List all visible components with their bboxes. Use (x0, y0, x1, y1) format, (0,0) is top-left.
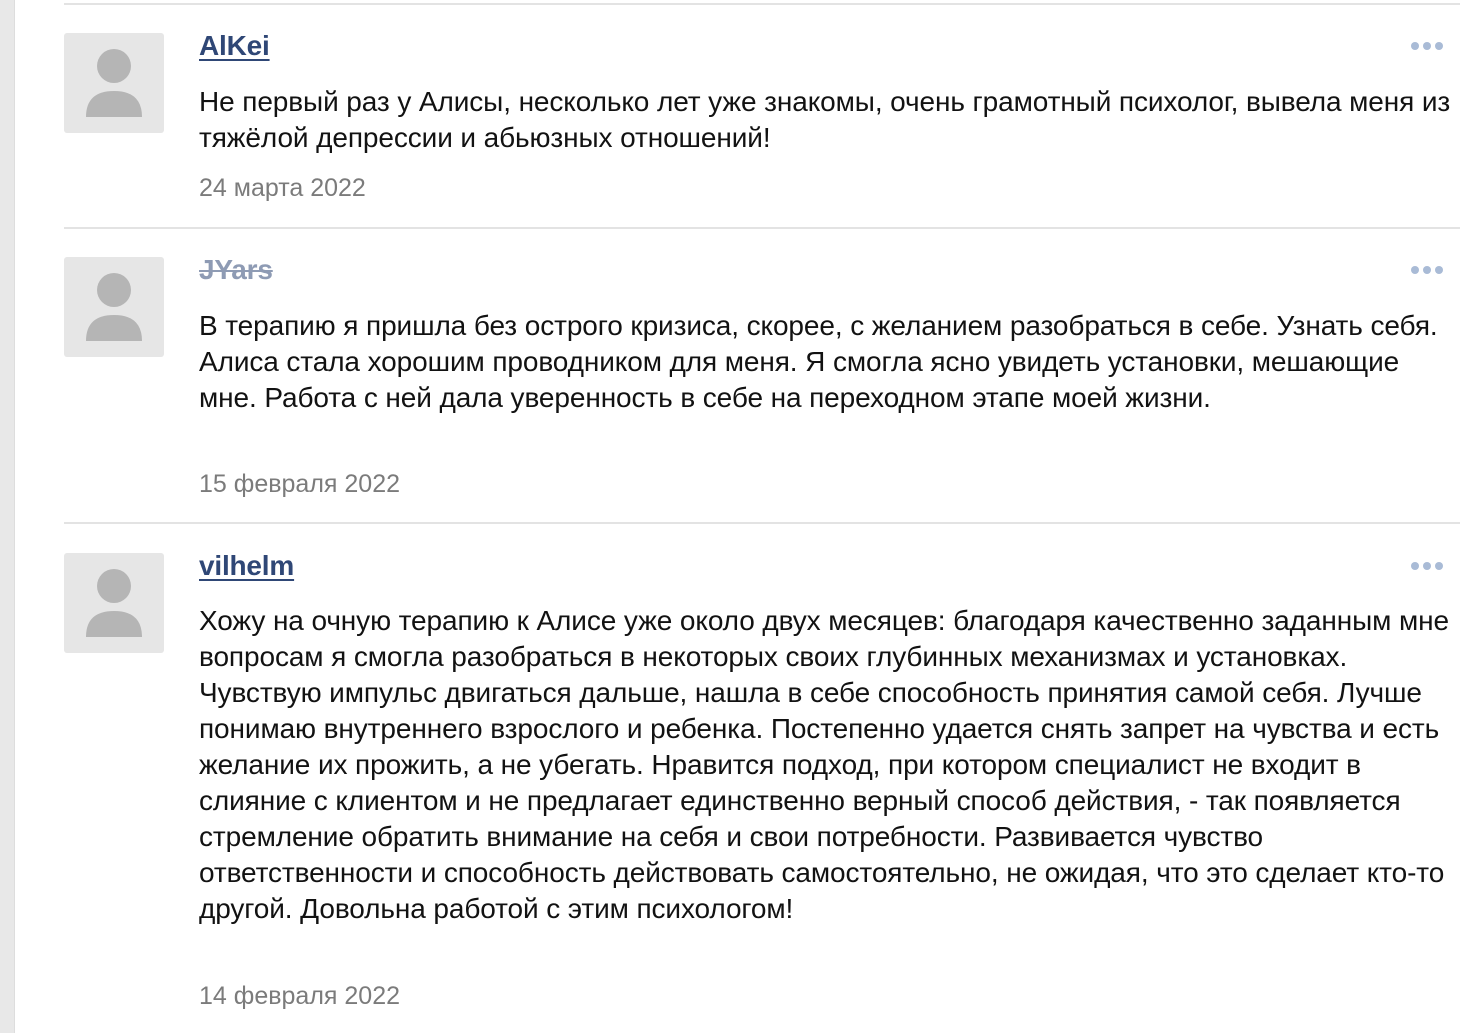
user-avatar[interactable] (64, 33, 164, 133)
review-author-link[interactable]: AlKei (199, 30, 270, 62)
review-text: В терапию я пришла без острого кризиса, … (199, 310, 1438, 413)
more-horizontal-dots-icon (1411, 562, 1443, 570)
page-left-rail (0, 0, 15, 1033)
more-horizontal-dots-icon (1411, 266, 1443, 274)
review-author-link[interactable]: vilhelm (199, 550, 294, 582)
user-avatar[interactable] (64, 257, 164, 357)
more-options-button[interactable] (1410, 560, 1444, 572)
more-options-button[interactable] (1410, 40, 1444, 52)
review-date: 15 февраля 2022 (199, 470, 401, 498)
review-text: Хожу на очную терапию к Алисе уже около … (199, 605, 1449, 924)
default-user-silhouette-icon (86, 49, 142, 117)
default-user-silhouette-icon (86, 273, 142, 341)
review-divider (64, 227, 1460, 229)
review-author-link[interactable]: JYars (199, 254, 273, 286)
more-horizontal-dots-icon (1411, 42, 1443, 50)
review-divider (64, 3, 1460, 5)
default-user-silhouette-icon (86, 569, 142, 637)
review-item: vilhelm Хожу на очную терапию к Алисе уж… (64, 550, 1460, 1023)
review-item: AlKei Не первый раз у Алисы, несколько л… (64, 30, 1460, 223)
review-divider (64, 522, 1460, 524)
review-item: JYars В терапию я пришла без острого кри… (64, 254, 1460, 517)
review-text: Не первый раз у Алисы, несколько лет уже… (199, 86, 1451, 153)
review-date: 24 марта 2022 (199, 174, 366, 202)
review-date: 14 февраля 2022 (199, 982, 401, 1010)
user-avatar[interactable] (64, 553, 164, 653)
more-options-button[interactable] (1410, 264, 1444, 276)
